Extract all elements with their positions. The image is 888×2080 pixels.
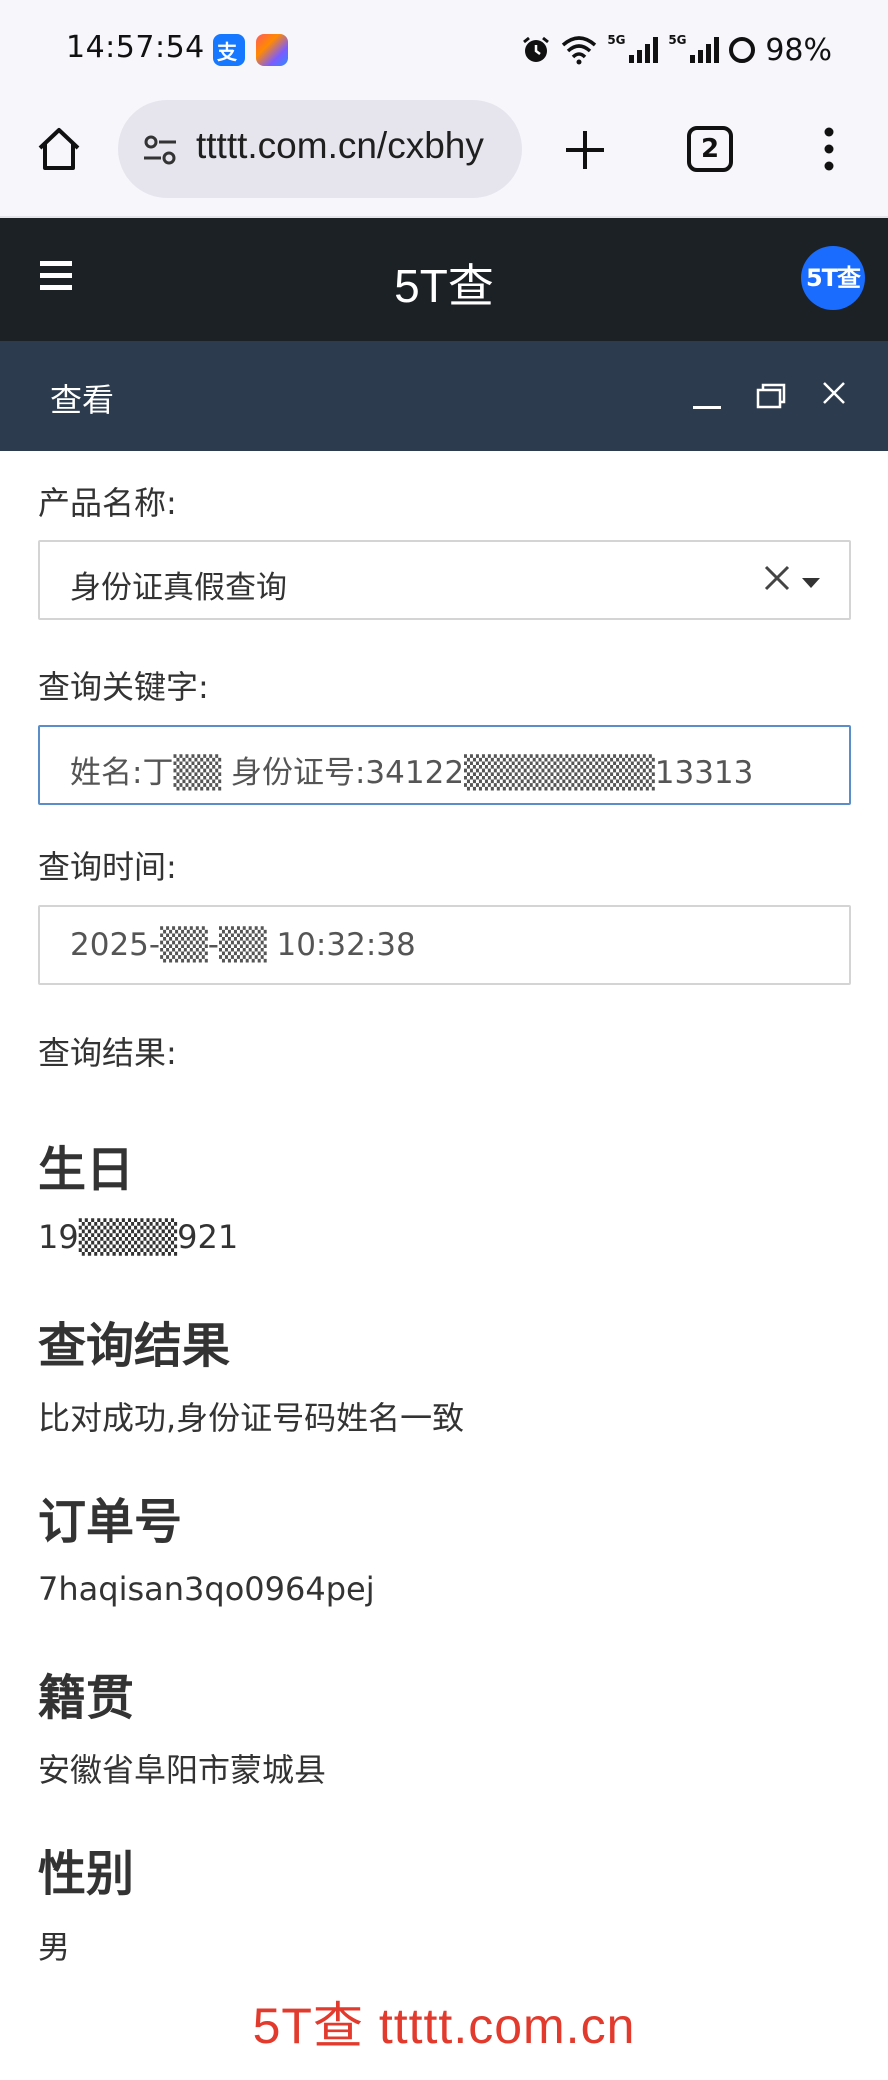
result-title-gender: 性别 [38, 1846, 135, 1902]
result-label: 查询结果: [38, 1034, 177, 1072]
battery-ring-icon [729, 37, 756, 63]
address-bar[interactable]: ttttt.com.cn/cxbhy [118, 100, 522, 198]
site-settings-icon[interactable] [140, 130, 180, 170]
watermark: 5T查 ttttt.com.cn [252, 1998, 636, 2054]
alipay-app-icon [213, 34, 245, 66]
assistant-app-icon [256, 34, 288, 66]
status-bar: 14:57:54 5G 5G 98% [0, 0, 888, 100]
result-value-birthday: 19▒▒▒▒921 [38, 1218, 239, 1256]
keyword-label: 查询关键字: [38, 668, 209, 706]
avatar[interactable]: 5T查 [801, 246, 865, 310]
close-icon[interactable] [822, 381, 846, 405]
result-value-order: 7haqisan3qo0964pej [38, 1570, 375, 1608]
maximize-icon[interactable] [756, 383, 786, 409]
home-icon[interactable] [34, 124, 84, 174]
alarm-icon [523, 36, 550, 62]
product-select-value: 身份证真假查询 [70, 570, 287, 606]
result-title-order: 订单号 [38, 1494, 183, 1550]
minimize-icon[interactable] [693, 379, 721, 413]
more-icon[interactable] [814, 124, 844, 174]
chevron-down-icon[interactable] [802, 578, 820, 588]
result-title-origin: 籍贯 [38, 1670, 135, 1726]
time-field[interactable]: 2025-▒▒-▒▒ 10:32:38 [38, 905, 851, 985]
result-value-origin: 安徽省阜阳市蒙城县 [38, 1751, 327, 1789]
url-text[interactable]: ttttt.com.cn/cxbhy [196, 125, 484, 167]
keyword-field[interactable]: 姓名:丁▒▒ 身份证号:34122▒▒▒▒▒▒▒▒13313 [38, 725, 851, 805]
5g-signal-icon: 5G [607, 33, 659, 63]
result-value-status: 比对成功,身份证号码姓名一致 [38, 1399, 465, 1437]
status-right-group: 5G 5G 98% [521, 30, 832, 70]
result-title-birthday: 生日 [38, 1142, 135, 1198]
status-time: 14:57:54 [66, 30, 205, 65]
5g-signal-icon: 5G [668, 33, 720, 63]
product-select[interactable]: 身份证真假查询 [38, 540, 851, 620]
keyword-field-value[interactable]: 姓名:丁▒▒ 身份证号:34122▒▒▒▒▒▒▒▒13313 [70, 747, 753, 792]
dialog-title: 查看 [50, 381, 115, 419]
browser-toolbar: ttttt.com.cn/cxbhy 2 [0, 100, 888, 218]
battery-percent: 98% [765, 32, 832, 68]
result-value-gender: 男 [38, 1928, 71, 1966]
time-label: 查询时间: [38, 848, 177, 886]
clear-icon[interactable] [763, 564, 791, 592]
product-label: 产品名称: [38, 484, 177, 522]
site-header: 5T查 5T查 [0, 218, 888, 341]
time-field-value[interactable]: 2025-▒▒-▒▒ 10:32:38 [70, 927, 416, 963]
site-title: 5T查 [394, 260, 494, 312]
plus-icon[interactable] [560, 125, 610, 175]
wifi-icon [562, 36, 597, 65]
tabs-icon[interactable]: 2 [687, 126, 733, 172]
result-title-status: 查询结果 [38, 1318, 231, 1374]
dialog-header: 查看 [0, 341, 888, 451]
